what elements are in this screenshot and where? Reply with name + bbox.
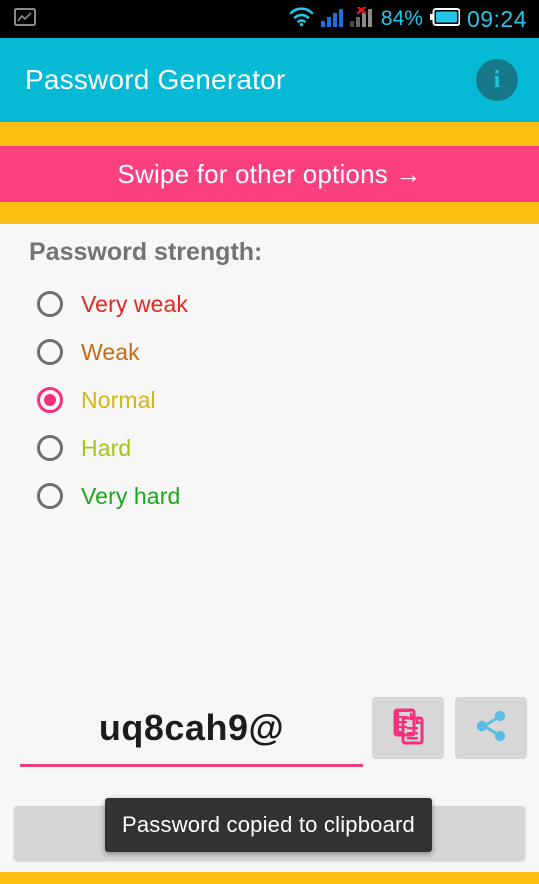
radio-option-very-weak[interactable]: Very weak: [0, 280, 539, 328]
info-button[interactable]: i: [476, 59, 518, 101]
radio-circle-icon[interactable]: [37, 339, 63, 365]
radio-option-label: Normal: [81, 386, 156, 413]
radio-circle-icon[interactable]: [37, 435, 63, 461]
radio-option-label: Very hard: [81, 482, 181, 509]
radio-circle-icon[interactable]: [37, 483, 63, 509]
copy-password-button[interactable]: [372, 697, 444, 759]
password-field[interactable]: uq8cah9@: [20, 692, 363, 764]
share-password-button[interactable]: [455, 697, 527, 759]
accent-band-middle: [0, 202, 539, 224]
wifi-icon: [289, 6, 314, 32]
main-content: Password strength: Very weak Weak Normal…: [0, 224, 539, 884]
password-strength-radio-group: Very weak Weak Normal Hard Very hard: [0, 280, 539, 520]
app-bar: Password Generator i: [0, 38, 539, 122]
password-strength-heading: Password strength:: [29, 238, 263, 266]
accent-band-bottom: [0, 872, 539, 884]
info-icon: i: [493, 67, 501, 93]
image-screenshot-icon: [14, 7, 36, 31]
radio-circle-icon[interactable]: [37, 291, 63, 317]
radio-option-hard[interactable]: Hard: [0, 424, 539, 472]
status-bar-clock: 09:24: [466, 5, 527, 32]
accent-band-top: [0, 122, 539, 146]
radio-option-very-hard[interactable]: Very hard: [0, 472, 539, 520]
status-bar: 84% 09:24: [0, 0, 539, 38]
signal-bars-icon: [320, 7, 343, 32]
radio-option-normal[interactable]: Normal: [0, 376, 539, 424]
toast-message: Password copied to clipboard: [122, 812, 415, 837]
radio-option-label: Weak: [81, 338, 140, 365]
page-title: Password Generator: [25, 64, 286, 95]
radio-circle-selected-icon[interactable]: [37, 387, 63, 413]
password-field-underline: [20, 764, 363, 767]
copy-icon: [388, 706, 428, 751]
password-value: uq8cah9@: [98, 707, 285, 748]
signal-bars-no-service-icon: [349, 5, 374, 32]
share-icon: [472, 707, 510, 750]
status-bar-left: [0, 7, 289, 31]
swipe-banner-label: Swipe for other options →: [117, 158, 422, 189]
app-screen: 84% 09:24 Password Generator i Swipe for…: [0, 0, 539, 884]
radio-option-label: Very weak: [81, 290, 189, 317]
battery-percent: 84%: [380, 7, 423, 30]
radio-option-weak[interactable]: Weak: [0, 328, 539, 376]
status-bar-right: 84% 09:24: [289, 5, 539, 33]
toast-notification: Password copied to clipboard: [105, 798, 432, 852]
radio-option-label: Hard: [81, 434, 132, 461]
swipe-banner[interactable]: Swipe for other options →: [0, 146, 539, 202]
battery-icon: [429, 7, 461, 31]
